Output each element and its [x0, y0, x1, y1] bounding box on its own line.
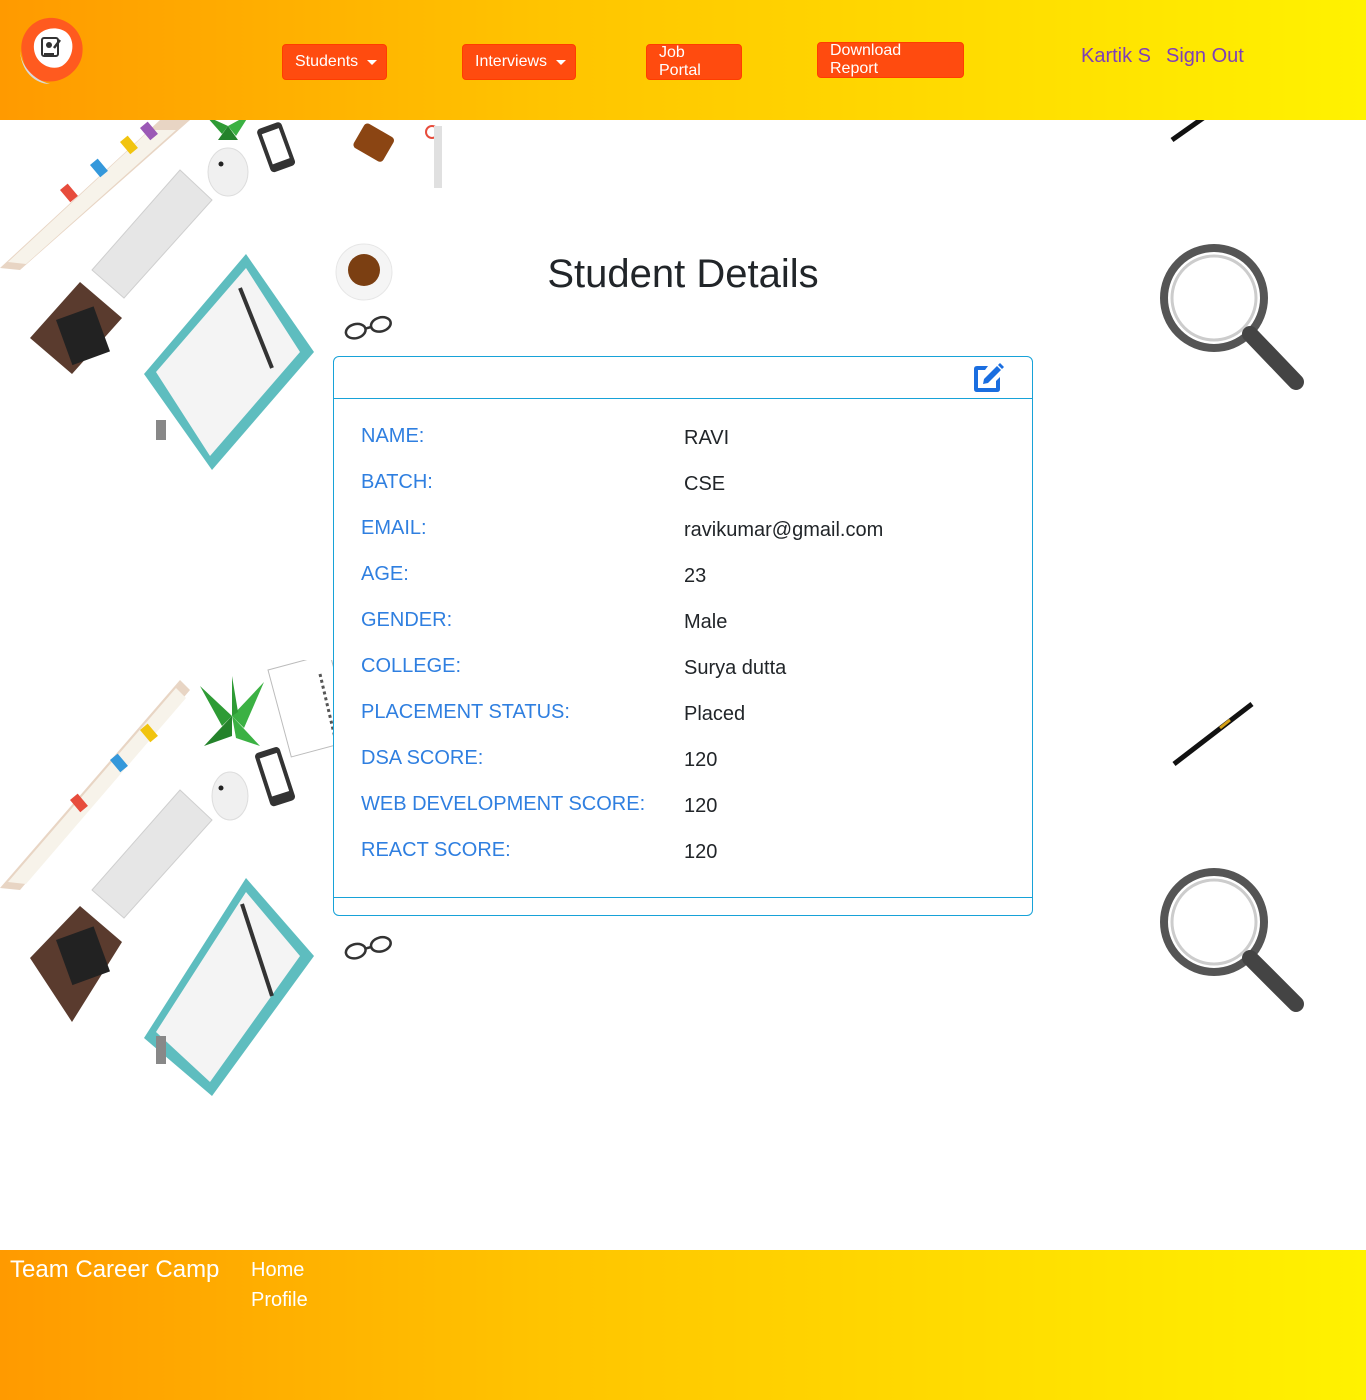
field-label: BATCH:	[361, 471, 433, 493]
job-portal-button[interactable]: Job Portal	[646, 44, 742, 80]
caret-down-icon	[367, 59, 378, 65]
field-row-college: COLLEGE: Surya dutta	[334, 655, 1032, 701]
field-row-web-dev-score: WEB DEVELOPMENT SCORE: 120	[334, 793, 1032, 839]
edit-icon[interactable]	[970, 361, 1004, 395]
page-title: Student Details	[547, 252, 819, 296]
footer-home-link[interactable]: Home	[251, 1259, 304, 1282]
students-label: Students	[295, 53, 359, 70]
field-value: 23	[684, 565, 707, 587]
field-label: COLLEGE:	[361, 655, 462, 677]
field-label: WEB DEVELOPMENT SCORE:	[361, 793, 646, 815]
students-dropdown-button[interactable]: Students	[282, 44, 387, 80]
field-value: Placed	[684, 703, 746, 725]
user-name-link[interactable]: Kartik S	[1081, 45, 1151, 68]
field-row-react-score: REACT SCORE: 120	[334, 839, 1032, 885]
footer: Team Career Camp Home Profile	[0, 1250, 1366, 1400]
student-fields: NAME: RAVI BATCH: CSE EMAIL: ravikumar@g…	[334, 425, 1032, 885]
field-label: REACT SCORE:	[361, 839, 511, 861]
field-value: RAVI	[684, 427, 730, 449]
field-row-batch: BATCH: CSE	[334, 471, 1032, 517]
job-portal-label: Job Portal	[659, 44, 701, 79]
footer-brand: Team Career Camp	[10, 1256, 220, 1283]
field-label: EMAIL:	[361, 517, 427, 539]
navbar: Students Interviews Job Portal Download …	[0, 0, 1366, 120]
caret-down-icon	[556, 59, 567, 65]
field-value: 120	[684, 841, 718, 863]
card-header	[334, 357, 1032, 399]
sign-out-link[interactable]: Sign Out	[1166, 45, 1244, 68]
field-row-age: AGE: 23	[334, 563, 1032, 609]
card-footer	[334, 897, 1032, 915]
download-report-label: Download Report	[830, 42, 902, 77]
logo[interactable]	[14, 14, 86, 86]
field-value: 120	[684, 795, 718, 817]
download-report-button[interactable]: Download Report	[817, 42, 964, 78]
interviews-dropdown-button[interactable]: Interviews	[462, 44, 576, 80]
interviews-label: Interviews	[475, 53, 548, 70]
field-row-name: NAME: RAVI	[334, 425, 1032, 471]
field-label: PLACEMENT STATUS:	[361, 701, 570, 723]
field-row-gender: GENDER: Male	[334, 609, 1032, 655]
field-row-email: EMAIL: ravikumar@gmail.com	[334, 517, 1032, 563]
student-details-card: NAME: RAVI BATCH: CSE EMAIL: ravikumar@g…	[333, 356, 1033, 916]
field-value: ravikumar@gmail.com	[684, 519, 884, 541]
field-value: Male	[684, 611, 728, 633]
field-value: Surya dutta	[684, 657, 787, 679]
field-row-dsa-score: DSA SCORE: 120	[334, 747, 1032, 793]
field-row-placement-status: PLACEMENT STATUS: Placed	[334, 701, 1032, 747]
field-value: 120	[684, 749, 718, 771]
field-label: NAME:	[361, 425, 425, 447]
field-value: CSE	[684, 473, 726, 495]
field-label: DSA SCORE:	[361, 747, 484, 769]
field-label: GENDER:	[361, 609, 453, 631]
magnifier-pen-bottom	[1160, 702, 1304, 1012]
field-label: AGE:	[361, 563, 409, 585]
footer-profile-link[interactable]: Profile	[251, 1289, 308, 1312]
